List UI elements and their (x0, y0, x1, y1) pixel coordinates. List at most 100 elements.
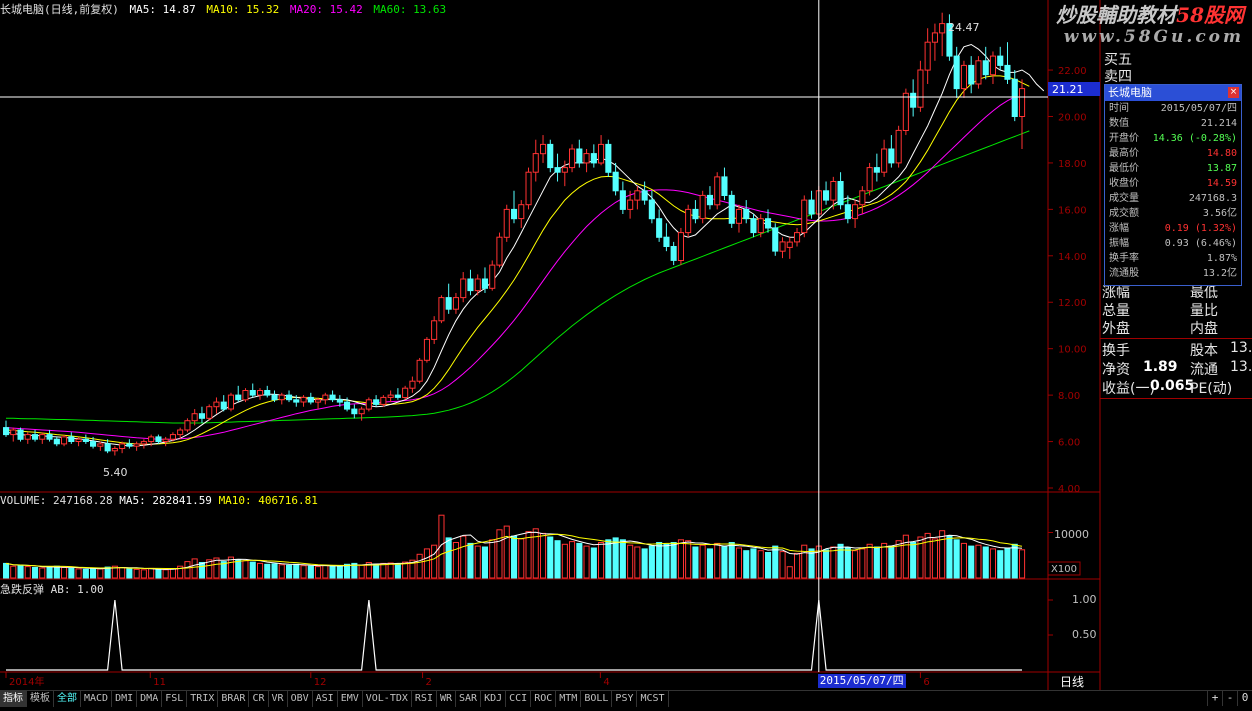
candle-body (1004, 64, 1011, 80)
tab-vol-tdx[interactable]: VOL-TDX (363, 691, 412, 707)
period-label[interactable]: 日线 (1060, 673, 1084, 690)
candle-body (227, 394, 234, 410)
candle-body (772, 227, 779, 252)
candle-body (648, 199, 655, 220)
volume-bar (24, 566, 31, 579)
tab-trix[interactable]: TRIX (187, 691, 219, 707)
ma10-label: MA10: 15.32 (206, 3, 280, 16)
volume-bar (1004, 547, 1011, 579)
candle-body (17, 429, 24, 440)
volume-bar (53, 565, 60, 579)
tab-brar[interactable]: BRAR (218, 691, 250, 707)
price-tick-label: 14.00 (1058, 252, 1087, 263)
volume-bar (590, 547, 597, 579)
tab-指标[interactable]: 指标 (0, 691, 27, 707)
zoom-in-button[interactable]: + (1207, 690, 1222, 706)
candle-body (474, 278, 481, 292)
volume-bar (467, 542, 474, 579)
volume-bar (743, 550, 750, 579)
candle-body (837, 181, 844, 206)
volume-bar (46, 566, 53, 579)
candle-body (394, 394, 401, 398)
tab-全部[interactable]: 全部 (54, 691, 81, 707)
tab-mcst[interactable]: MCST (637, 691, 669, 707)
tab-模板[interactable]: 模板 (27, 691, 54, 707)
candle-body (844, 204, 851, 220)
ma10-path (5, 75, 1030, 445)
tab-wr[interactable]: WR (437, 691, 457, 707)
popup-row-value: 2015/05/07/四 (1160, 103, 1237, 114)
tab-obv[interactable]: OBV (288, 691, 313, 707)
candle-body (155, 436, 162, 442)
volume-bar (881, 542, 888, 579)
popup-row: 时间 2015/05/07/四 (1105, 101, 1241, 116)
watermark: 炒股輔助教材58股网 www.58Gu.com (1056, 4, 1244, 48)
candle-body (242, 390, 249, 401)
candle-body (467, 278, 474, 292)
candle-body (387, 394, 394, 398)
tab-sar[interactable]: SAR (456, 691, 482, 707)
quote-turnover: 换手 (1102, 343, 1130, 359)
zoom-out-button[interactable]: - (1222, 690, 1237, 706)
popup-row-value: 247168.3 (1188, 193, 1237, 204)
candle-body (220, 401, 227, 410)
popup-row-label: 振幅 (1109, 238, 1129, 249)
volume-bar (315, 566, 322, 579)
tab-dmi[interactable]: DMI (112, 691, 138, 707)
candle-body (344, 401, 351, 410)
tab-rsi[interactable]: RSI (412, 691, 437, 707)
volume-bar (663, 543, 670, 579)
popup-close-icon[interactable]: × (1228, 87, 1239, 98)
tab-emv[interactable]: EMV (338, 691, 363, 707)
candle-body (351, 408, 358, 415)
volume-bar (619, 539, 626, 579)
volume-bar (859, 548, 866, 579)
volume-axis-label: 10000 (1054, 528, 1089, 541)
volume-bar (888, 545, 895, 579)
volume-bar (561, 543, 568, 579)
tab-cr[interactable]: CR (249, 691, 269, 707)
zoom-reset-button[interactable]: 0 (1237, 690, 1252, 706)
watermark-brand: 炒股輔助教材 (1056, 3, 1177, 27)
candle-body (184, 420, 191, 431)
tab-boll[interactable]: BOLL (581, 691, 613, 707)
quote-eps-value: 0.065 (1150, 378, 1195, 394)
candle-body (409, 380, 416, 389)
volume-bar (162, 569, 169, 579)
volume-bar (82, 568, 89, 579)
candle-body (982, 60, 989, 76)
candle-body (881, 148, 888, 173)
candle-body (518, 204, 525, 220)
volume-bar (169, 568, 176, 579)
volume-bar (511, 535, 518, 579)
ma5-label: MA5: 14.87 (129, 3, 196, 16)
volume-bar (496, 529, 503, 579)
candle-body (322, 394, 329, 401)
volume-bar (3, 562, 10, 579)
tab-vr[interactable]: VR (269, 691, 288, 707)
tab-kdj[interactable]: KDJ (481, 691, 507, 707)
tab-macd[interactable]: MACD (81, 691, 113, 707)
bar-info-popup[interactable]: 长城电脑 × 时间 2015/05/07/四 数值 21.214 开盘价 14.36 (-… (1104, 84, 1242, 286)
volume-bar (968, 545, 975, 579)
candle-body (169, 434, 176, 440)
tab-roc[interactable]: ROC (531, 691, 557, 707)
tab-dma[interactable]: DMA (137, 691, 163, 707)
candle-body (206, 406, 213, 419)
candle-body (677, 232, 685, 262)
kline-chart[interactable]: 22.00 20.00 18.00 16.00 14.00 12.00 10.00 8.00 6… (0, 0, 1252, 690)
volume-bar (286, 564, 293, 579)
time-tick-label: 2 (426, 677, 432, 688)
candle-body (779, 241, 786, 252)
candle-body (496, 236, 503, 266)
tab-psy[interactable]: PSY (612, 691, 638, 707)
volume-bar (641, 548, 648, 579)
tab-asi[interactable]: ASI (313, 691, 338, 707)
tab-mtm[interactable]: MTM (556, 691, 582, 707)
tab-cci[interactable]: CCI (506, 691, 532, 707)
indicator-header: 急跌反弹 AB: 1.00 (0, 581, 104, 597)
popup-row-label: 最高价 (1109, 148, 1139, 159)
tab-fsl[interactable]: FSL (162, 691, 188, 707)
popup-title-bar[interactable]: 长城电脑 × (1105, 85, 1241, 101)
volume-bar (583, 545, 590, 579)
